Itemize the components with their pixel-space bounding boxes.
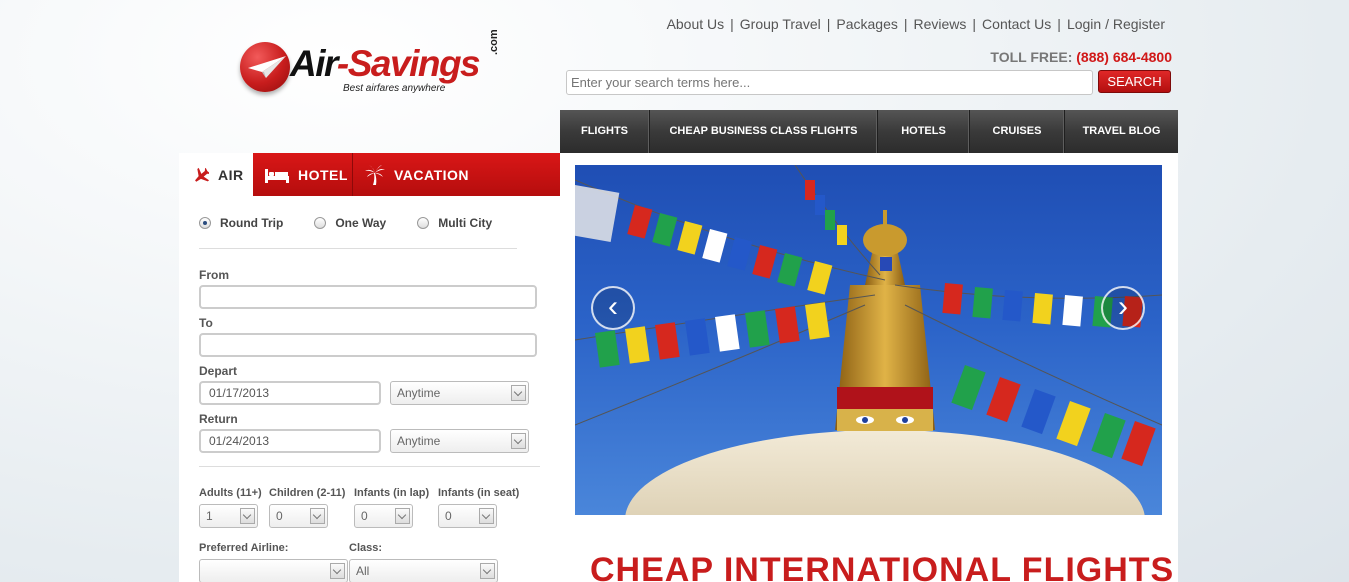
stupa-photo (575, 165, 1162, 515)
hero-slideshow[interactable]: ‹ › (575, 165, 1162, 515)
chevron-down-icon (511, 385, 526, 401)
packages-link[interactable]: Packages (836, 16, 897, 32)
infants-seat-select[interactable]: 0 (438, 504, 497, 528)
radio-label: One Way (335, 216, 387, 230)
radio-multi-city[interactable]: Multi City (417, 216, 492, 230)
class-select[interactable]: All (349, 559, 498, 582)
adults-value: 1 (206, 509, 213, 523)
tab-vacation-label: VACATION (394, 166, 470, 183)
radio-dot[interactable] (314, 217, 327, 229)
radio-label: Multi City (438, 216, 493, 230)
depart-label: Depart (199, 364, 238, 378)
from-input[interactable] (199, 285, 537, 309)
airplane-icon (191, 166, 209, 184)
chevron-down-icon (479, 508, 494, 524)
logo-tagline: Best airfares anywhere (343, 83, 446, 94)
nav-cruises[interactable]: CRUISES (970, 110, 1065, 153)
return-time-select[interactable]: Anytime (390, 429, 529, 453)
search-button[interactable]: SEARCH (1098, 70, 1171, 93)
separator: | (972, 16, 977, 32)
return-label: Return (199, 412, 238, 426)
chevron-left-icon: ‹ (608, 290, 618, 323)
nav-hotels[interactable]: HOTELS (878, 110, 970, 153)
adults-label: Adults (11+) (199, 487, 262, 499)
infants-lap-label: Infants (in lap) (354, 487, 430, 499)
depart-time-value: Anytime (397, 386, 441, 400)
chevron-down-icon (310, 508, 325, 524)
chevron-down-icon (240, 508, 255, 524)
nav-business-class[interactable]: CHEAP BUSINESS CLASS FLIGHTS (650, 110, 878, 153)
tab-hotel-label: HOTEL (298, 166, 348, 183)
return-time-value: Anytime (397, 434, 441, 448)
depart-time-select[interactable]: Anytime (390, 381, 529, 405)
children-value: 0 (276, 509, 283, 523)
login-register-link[interactable]: Login / Register (1067, 16, 1165, 32)
nav-flights[interactable]: FLIGHTS (560, 110, 650, 153)
children-select[interactable]: 0 (269, 504, 328, 528)
logo-dotcom: .com (488, 29, 500, 55)
tab-vacation[interactable]: VACATION (353, 153, 471, 196)
divider (199, 466, 540, 467)
booking-tabs: AIR HOTEL VACATION (179, 153, 560, 196)
paper-plane-icon (248, 56, 286, 78)
nav-travel-blog[interactable]: TRAVEL BLOG (1065, 110, 1178, 153)
radio-dot[interactable] (417, 217, 430, 229)
page-headline: CHEAP INTERNATIONAL FLIGHTS (590, 551, 1175, 582)
class-value: All (356, 564, 370, 578)
to-label: To (199, 316, 213, 330)
separator: | (826, 16, 831, 32)
logo-wordmark: Air-Savings (290, 43, 481, 84)
from-label: From (199, 268, 229, 282)
infants-lap-select[interactable]: 0 (354, 504, 413, 528)
adults-select[interactable]: 1 (199, 504, 258, 528)
separator: | (730, 16, 734, 32)
infants-lap-value: 0 (361, 509, 368, 523)
divider (199, 248, 517, 249)
separator: | (903, 16, 908, 32)
toll-free-phone[interactable]: (888) 684-4800 (1076, 49, 1172, 65)
site-logo[interactable]: Air-Savings .com Best airfares anywhere (238, 29, 508, 102)
radio-round-trip[interactable]: Round Trip (199, 216, 283, 230)
chevron-down-icon (511, 433, 526, 449)
about-us-link[interactable]: About Us (667, 16, 725, 32)
radio-one-way[interactable]: One Way (314, 216, 386, 230)
airline-label: Preferred Airline: (199, 542, 289, 554)
tab-air[interactable]: AIR (179, 153, 253, 196)
class-label: Class: (349, 542, 383, 554)
chevron-down-icon (330, 563, 345, 579)
infants-seat-label: Infants (in seat) (438, 487, 520, 499)
radio-label: Round Trip (220, 216, 284, 230)
trip-type-group: Round Trip One Way Multi City (199, 216, 523, 230)
tab-hotel[interactable]: HOTEL (253, 153, 353, 196)
tab-air-label: AIR (218, 166, 244, 183)
chevron-down-icon (395, 508, 410, 524)
return-date-input[interactable]: 01/24/2013 (199, 429, 381, 453)
main-nav: FLIGHTS CHEAP BUSINESS CLASS FLIGHTS HOT… (560, 110, 1178, 153)
to-input[interactable] (199, 333, 537, 357)
slider-next-button[interactable]: › (1101, 286, 1145, 330)
chevron-right-icon: › (1118, 290, 1128, 323)
toll-free: TOLL FREE: (888) 684-4800 (990, 49, 1172, 65)
separator: | (1057, 16, 1061, 32)
group-travel-link[interactable]: Group Travel (740, 16, 821, 32)
bed-icon (265, 167, 289, 183)
chevron-down-icon (480, 563, 495, 579)
infants-seat-value: 0 (445, 509, 452, 523)
children-label: Children (2-11) (269, 487, 346, 499)
airline-select[interactable] (199, 559, 348, 582)
slider-prev-button[interactable]: ‹ (591, 286, 635, 330)
radio-dot[interactable] (199, 217, 211, 229)
reviews-link[interactable]: Reviews (914, 16, 967, 32)
contact-us-link[interactable]: Contact Us (982, 16, 1051, 32)
top-links: About Us | Group Travel | Packages | Reviews | C… (667, 16, 1165, 32)
search-input[interactable] (566, 70, 1093, 95)
toll-free-label: TOLL FREE: (990, 49, 1073, 65)
palm-tree-icon (365, 164, 385, 185)
depart-date-input[interactable]: 01/17/2013 (199, 381, 381, 405)
